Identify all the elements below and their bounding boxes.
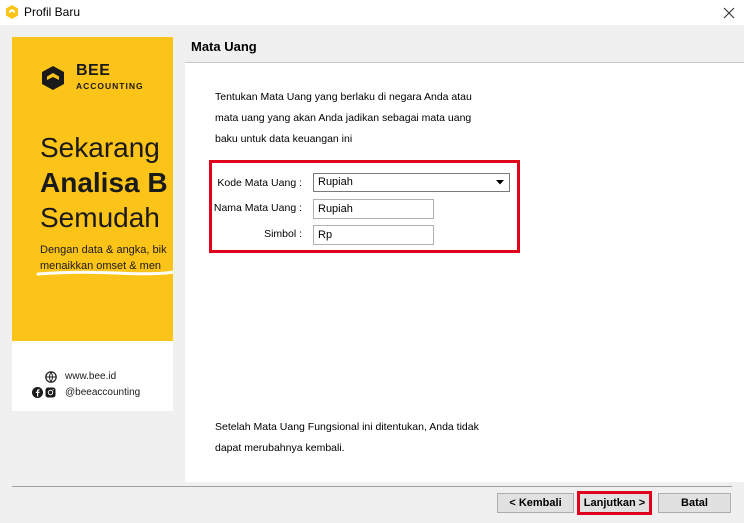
instagram-icon [45, 387, 56, 398]
simbol-input[interactable]: Rp [313, 225, 434, 245]
intro-line-1: Tentukan Mata Uang yang berlaku di negar… [215, 91, 472, 103]
intro-line-2: mata uang yang akan Anda jadikan sebagai… [215, 112, 472, 124]
banner-headline-2: Analisa B [40, 167, 168, 198]
window-title: Profil Baru [24, 5, 81, 19]
content-panel: Mata Uang Tentukan Mata Uang yang berlak… [185, 25, 744, 482]
note-line-1: Setelah Mata Uang Fungsional ini ditentu… [215, 421, 479, 433]
brush-underline [36, 270, 173, 276]
logo-name: BEE [76, 62, 111, 79]
banner-headline-1: Sekarang [40, 132, 160, 163]
next-button[interactable]: Lanjutkan > [577, 491, 652, 515]
close-button[interactable] [714, 0, 744, 25]
simbol-label: Simbol : [264, 228, 302, 240]
logo-subtitle: ACCOUNTING [76, 81, 144, 91]
close-icon [723, 7, 735, 18]
chevron-down-icon [496, 180, 504, 185]
promo-banner: BEE ACCOUNTING Sekarang Analisa B Semuda… [12, 37, 173, 411]
footer-divider [12, 486, 732, 487]
nama-mata-uang-input[interactable]: Rupiah [313, 199, 434, 219]
nama-mata-uang-label: Nama Mata Uang : [213, 202, 302, 214]
cancel-button[interactable]: Batal [658, 493, 731, 513]
kode-mata-uang-value: Rupiah [318, 176, 353, 188]
banner-headline-3: Semudah [40, 202, 160, 233]
intro-line-3: baku untuk data keuangan ini [215, 133, 353, 145]
bee-logo-icon [6, 5, 18, 19]
title-bar: Profil Baru [0, 0, 744, 25]
facebook-icon [32, 387, 43, 398]
panel-header: Mata Uang [185, 25, 744, 63]
banner-body-1: Dengan data & angka, bik [40, 244, 167, 256]
bee-logo-mark-icon [42, 66, 64, 90]
website-link[interactable]: www.bee.id [65, 371, 116, 382]
page-title: Mata Uang [191, 39, 257, 54]
warning-note: Setelah Mata Uang Fungsional ini ditentu… [215, 417, 505, 459]
kode-mata-uang-select[interactable]: Rupiah [313, 173, 510, 192]
kode-mata-uang-label: Kode Mata Uang : [217, 177, 302, 189]
intro-text: Tentukan Mata Uang yang berlaku di negar… [215, 87, 505, 150]
social-handle[interactable]: @beeaccounting [65, 387, 140, 398]
note-line-2: dapat merubahnya kembali. [215, 442, 345, 454]
globe-icon [45, 371, 57, 383]
back-button[interactable]: < Kembali [497, 493, 574, 513]
